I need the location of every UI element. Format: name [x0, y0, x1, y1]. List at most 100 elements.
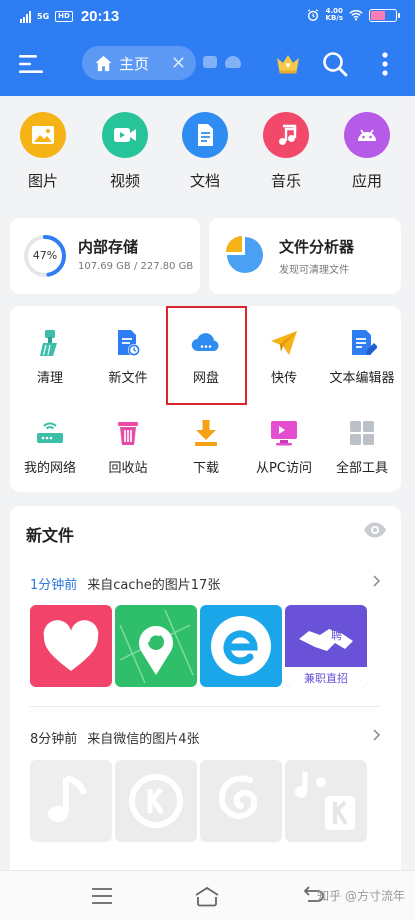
image-thumbnail[interactable]: [115, 760, 197, 842]
tool-label: 从PC访问: [256, 461, 312, 476]
image-thumbnail[interactable]: [30, 760, 112, 842]
router-icon: [37, 422, 63, 443]
e-app-icon: [200, 605, 282, 687]
image-thumbnail[interactable]: [285, 760, 367, 842]
category-videos[interactable]: 视频: [90, 112, 160, 191]
divider: [30, 706, 381, 707]
music-icon: [263, 112, 309, 158]
category-documents[interactable]: 文档: [170, 112, 240, 191]
chevron-right-icon[interactable]: [371, 575, 381, 587]
app-header: 主页: [0, 36, 415, 92]
file-analyzer-card[interactable]: 文件分析器 发现可清理文件: [209, 218, 401, 294]
text-editor-icon: [352, 330, 377, 355]
network-speed: 4.00 KB/s: [325, 7, 343, 22]
home-nav-icon[interactable]: [194, 885, 220, 907]
netease-music-icon: [200, 760, 282, 842]
signal-icon: [20, 10, 31, 23]
download-icon: [195, 420, 217, 446]
category-label: 音乐: [270, 172, 301, 190]
group-time: 1分钟前: [30, 578, 78, 593]
document-icon: [182, 112, 228, 158]
cloud-drive-highlight-box: [166, 306, 247, 405]
video-icon: [102, 112, 148, 158]
storage-detail: 107.69 GB / 227.80 GB: [78, 261, 194, 272]
badge-text: 兼职直招: [304, 671, 348, 685]
badge-char: 聘: [331, 628, 342, 642]
category-images[interactable]: 图片: [8, 112, 78, 191]
category-label: 应用: [351, 172, 382, 190]
category-apps[interactable]: 应用: [332, 112, 402, 191]
tool-label: 回收站: [108, 461, 148, 476]
image-icon: [20, 112, 66, 158]
group-desc: 来自微信的图片4张: [87, 732, 200, 747]
tool-label: 下载: [192, 461, 219, 476]
image-thumbnail[interactable]: 聘兼职直招: [285, 605, 367, 687]
category-row: 图片 视频 文档 音乐 应用: [0, 112, 415, 202]
home-icon: [95, 55, 112, 71]
new-files-panel: 新文件 1分钟前 来自cache的图片17张 聘兼职直招 8分钟前 来自微信的图片4…: [10, 506, 401, 870]
music-note-icon: [30, 760, 112, 842]
pie-chart-icon: [226, 236, 263, 273]
tool-my-network[interactable]: 我的网络: [10, 418, 90, 476]
tool-recycle-bin[interactable]: 回收站: [88, 418, 168, 476]
tool-quick-send[interactable]: 快传: [244, 328, 324, 386]
search-icon[interactable]: [320, 49, 350, 79]
image-thumbnail[interactable]: [30, 605, 112, 687]
storage-title: 内部存储: [78, 238, 139, 256]
tab-home[interactable]: 主页: [82, 46, 196, 80]
clock: 20:13: [80, 8, 120, 25]
map-pin-app-icon: [115, 605, 197, 687]
chevron-right-icon[interactable]: [371, 729, 381, 741]
tool-all-tools[interactable]: 全部工具: [322, 418, 402, 476]
image-thumbnail[interactable]: [200, 760, 282, 842]
tool-label: 我的网络: [23, 461, 76, 476]
tool-text-editor[interactable]: 文本编辑器: [322, 328, 402, 386]
tool-label: 文本编辑器: [329, 371, 395, 386]
heart-app-icon: [30, 605, 112, 687]
tool-new-files[interactable]: 新文件: [88, 328, 168, 386]
alarm-icon: [307, 9, 318, 21]
tool-label: 新文件: [108, 371, 148, 386]
top-bar: 5G HD 20:13 4.00 KB/s 主页: [0, 0, 415, 96]
category-label: 视频: [109, 172, 140, 190]
menu-nav-icon[interactable]: [90, 885, 114, 907]
hd-badge: HD: [55, 11, 73, 22]
tool-label: 全部工具: [335, 461, 388, 476]
eye-icon[interactable]: [363, 521, 387, 539]
tool-clean[interactable]: 清理: [10, 328, 90, 386]
tool-label: 清理: [36, 371, 63, 386]
close-icon[interactable]: [171, 55, 186, 70]
tab-home-label: 主页: [119, 54, 150, 73]
paper-plane-icon: [271, 331, 297, 355]
battery-icon: [369, 8, 400, 22]
category-label: 文档: [189, 172, 220, 190]
crown-icon[interactable]: [273, 49, 303, 79]
image-thumbnail[interactable]: [115, 605, 197, 687]
android-icon: [344, 112, 390, 158]
tool-download[interactable]: 下载: [166, 418, 246, 476]
background-tabs[interactable]: [203, 56, 241, 68]
category-music[interactable]: 音乐: [251, 112, 321, 191]
internal-storage-card[interactable]: 47% 内部存储 107.69 GB / 227.80 GB: [10, 218, 200, 294]
battery-level: [371, 10, 386, 20]
status-bar: 5G HD 20:13 4.00 KB/s: [0, 0, 415, 32]
file-group-header[interactable]: 1分钟前 来自cache的图片17张: [30, 574, 220, 593]
category-label: 图片: [27, 172, 58, 190]
menu-icon[interactable]: [18, 52, 44, 76]
image-thumbnail[interactable]: [200, 605, 282, 687]
network-type: 5G: [37, 11, 50, 21]
k-music-alt-icon: [285, 760, 367, 842]
storage-percent: 47%: [32, 249, 58, 262]
tool-pc-access[interactable]: 从PC访问: [244, 418, 324, 476]
handshake-app-icon: 聘兼职直招: [285, 605, 367, 687]
group-time: 8分钟前: [30, 732, 78, 747]
analyzer-title: 文件分析器: [279, 238, 355, 256]
new-file-icon: [118, 330, 140, 356]
more-icon[interactable]: [370, 49, 400, 79]
wifi-icon: [349, 10, 363, 21]
broom-icon: [40, 330, 57, 356]
k-music-icon: [115, 760, 197, 842]
watermark: 知乎 @方寸流年: [317, 889, 405, 903]
file-group-header[interactable]: 8分钟前 来自微信的图片4张: [30, 728, 200, 747]
system-nav-bar: 知乎 @方寸流年: [0, 870, 415, 920]
